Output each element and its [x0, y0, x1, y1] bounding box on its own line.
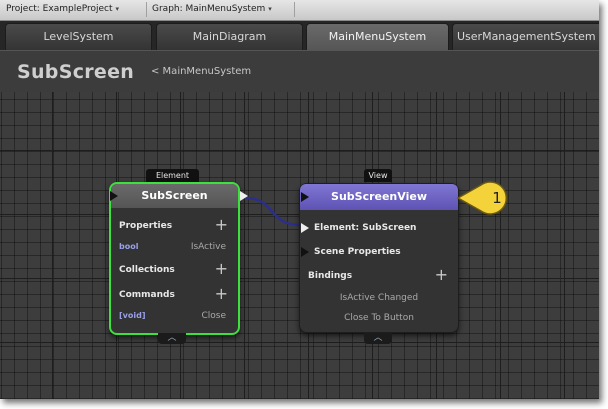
chevron-up-icon: ︿ — [167, 333, 177, 343]
add-collection-icon[interactable]: + — [215, 261, 228, 277]
commands-section: Commands + — [119, 286, 230, 303]
scene-properties-label: Scene Properties — [314, 247, 401, 257]
properties-section: Properties + — [119, 217, 230, 234]
diagram-tabs: LevelSystem MainDiagram MainMenuSystem U… — [0, 21, 599, 51]
binding-row[interactable]: IsActive Changed — [308, 291, 450, 305]
diagram-header: SubScreen < MainMenuSystem — [0, 50, 599, 92]
command-row[interactable]: [void] Close — [119, 309, 230, 323]
property-name: IsActive — [190, 242, 226, 252]
breadcrumb[interactable]: < MainMenuSystem — [151, 66, 251, 77]
element-tag-label: Element — [155, 171, 190, 180]
add-property-icon[interactable]: + — [215, 217, 228, 233]
editor-window: Project: ExampleProject ▾ Graph: MainMenu… — [0, 0, 599, 399]
node-type-tag: Element — [146, 169, 199, 182]
page-title: SubScreen — [17, 61, 135, 83]
element-input-port-icon[interactable] — [301, 223, 309, 233]
graph-dropdown[interactable]: Graph: MainMenuSystem ▾ — [148, 2, 295, 17]
scene-port-icon[interactable] — [301, 247, 309, 257]
property-type: bool — [119, 242, 139, 251]
output-port-icon[interactable] — [240, 191, 248, 201]
node-type-tag: View — [364, 169, 392, 182]
chevron-down-icon: ▾ — [115, 5, 120, 13]
element-reference-label: Element: SubScreen — [314, 223, 417, 233]
chevron-up-icon: ︿ — [373, 333, 383, 343]
collections-section: Collections + — [119, 261, 230, 278]
add-binding-icon[interactable]: + — [435, 267, 448, 283]
input-port-icon[interactable] — [110, 191, 118, 201]
input-port-icon[interactable] — [301, 192, 309, 202]
project-dropdown-label: Project: ExampleProject — [6, 4, 113, 14]
graph-toolbar: Project: ExampleProject ▾ Graph: MainMenu… — [0, 0, 599, 21]
graph-dropdown-label: Graph: MainMenuSystem — [152, 4, 266, 14]
tab-label: LevelSystem — [43, 30, 114, 43]
property-row[interactable]: bool IsActive — [119, 240, 230, 254]
collapse-button[interactable]: ︿ — [158, 333, 186, 344]
tab-label: MainDiagram — [192, 30, 267, 43]
tab-maindiagram[interactable]: MainDiagram — [156, 23, 303, 51]
command-name: Close — [201, 311, 226, 321]
view-node-title: SubScreenView — [331, 190, 427, 203]
commands-label: Commands — [119, 290, 175, 300]
view-tag-label: View — [368, 171, 388, 180]
collapse-button[interactable]: ︿ — [364, 333, 392, 344]
tab-label: MainMenuSystem — [328, 30, 427, 43]
element-reference-row[interactable]: Element: SubScreen — [314, 220, 450, 236]
properties-label: Properties — [119, 221, 173, 231]
tab-levelsystem[interactable]: LevelSystem — [5, 23, 152, 51]
bindings-label: Bindings — [308, 271, 353, 281]
binding-row[interactable]: Close To Button — [308, 311, 450, 325]
element-node[interactable]: SubScreen Properties + bool IsActive Col… — [109, 182, 248, 335]
binding-label: IsActive Changed — [339, 293, 419, 303]
collections-label: Collections — [119, 265, 175, 275]
tab-mainmenusystem[interactable]: MainMenuSystem — [306, 23, 449, 51]
tab-label: UserManagementSystem — [457, 30, 596, 43]
callout-number: 1 — [492, 189, 502, 207]
add-command-icon[interactable]: + — [215, 286, 228, 302]
view-node-header[interactable]: SubScreenView — [300, 184, 458, 210]
tab-usermanagementsystem[interactable]: UserManagementSystem — [452, 23, 599, 51]
element-node-title: SubScreen — [141, 189, 208, 202]
element-node-header[interactable]: SubScreen — [111, 184, 238, 208]
graph-canvas[interactable]: Element SubScreen Properties + bool IsAc… — [0, 92, 599, 399]
chevron-down-icon: ▾ — [268, 5, 272, 13]
binding-label: Close To Button — [344, 313, 414, 323]
project-dropdown[interactable]: Project: ExampleProject ▾ — [2, 2, 147, 17]
callout-badge: 1 — [456, 181, 508, 215]
bindings-section: Bindings + — [308, 267, 450, 284]
view-node[interactable]: SubScreenView Element: SubScreen Scene P… — [299, 183, 459, 333]
command-type: [void] — [119, 311, 146, 320]
scene-properties-row[interactable]: Scene Properties — [314, 244, 450, 260]
